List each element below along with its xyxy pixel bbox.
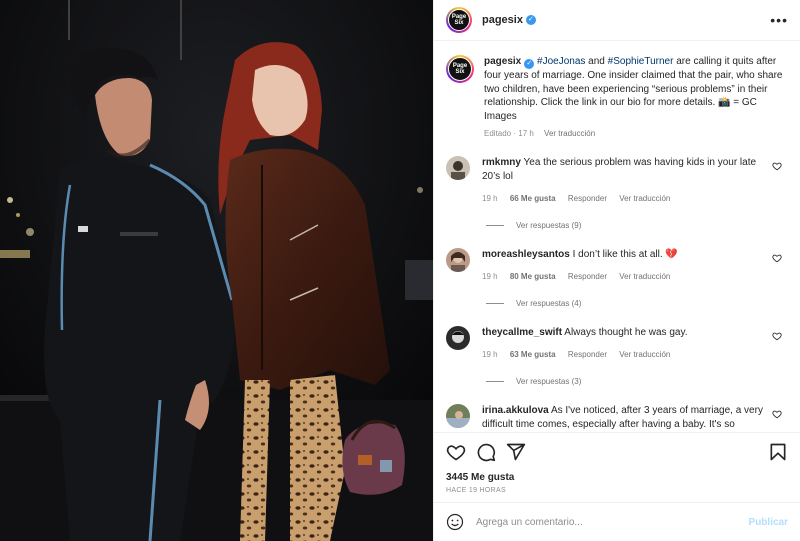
see-translation-button[interactable]: Ver traducción bbox=[619, 194, 670, 203]
comment-item: moreashleysantos I don’t like this at al… bbox=[446, 248, 788, 308]
verified-badge-icon: ✓ bbox=[524, 59, 535, 70]
replies-divider bbox=[486, 303, 504, 305]
avatar-image bbox=[446, 404, 470, 429]
comment-meta: 19 h 80 Me gusta Responder Ver traducció… bbox=[482, 272, 766, 281]
hashtag-link[interactable]: #SophieTurner bbox=[608, 56, 674, 67]
like-comment-heart-icon[interactable] bbox=[772, 409, 782, 419]
see-translation-button[interactable]: Ver traducción bbox=[619, 350, 670, 359]
comment-icon[interactable] bbox=[476, 442, 496, 462]
avatar-image bbox=[446, 248, 470, 273]
comment-meta: 19 h 63 Me gusta Responder Ver traducció… bbox=[482, 350, 766, 359]
like-comment-heart-icon[interactable] bbox=[772, 253, 782, 263]
like-comment-heart-icon[interactable] bbox=[772, 161, 782, 171]
comment-text: theycallme_swift Always thought he was g… bbox=[482, 326, 766, 340]
see-translation-button[interactable]: Ver traducción bbox=[619, 272, 670, 281]
avatar-image bbox=[446, 326, 470, 351]
commenter-avatar[interactable] bbox=[446, 404, 470, 429]
see-translation-button[interactable]: Ver traducción bbox=[544, 129, 595, 138]
comment-item: theycallme_swift Always thought he was g… bbox=[446, 326, 788, 386]
likes-count[interactable]: 3445 Me gusta bbox=[446, 472, 788, 483]
post-timestamp: HACE 19 HORAS bbox=[446, 486, 506, 494]
view-replies-button[interactable]: Ver respuestas (3) bbox=[446, 377, 766, 386]
post-photo[interactable] bbox=[0, 0, 433, 541]
avatar-image bbox=[446, 156, 470, 181]
comment-likes[interactable]: 80 Me gusta bbox=[510, 272, 556, 281]
more-options-icon[interactable]: ••• bbox=[770, 12, 788, 28]
comment-item: rmkmny Yea the serious problem was havin… bbox=[446, 156, 788, 230]
comment-item: irina.akkulova As I've noticed, after 3 … bbox=[446, 404, 788, 432]
commenter-avatar[interactable] bbox=[446, 248, 470, 273]
replies-divider bbox=[486, 381, 504, 383]
emoji-icon[interactable] bbox=[446, 513, 464, 531]
avatar-logo-text: Page Six bbox=[448, 57, 472, 82]
comment-text: rmkmny Yea the serious problem was havin… bbox=[482, 156, 766, 184]
comments-feed[interactable]: Page Six pagesix ✓ #JoeJonas and #SophieT… bbox=[434, 41, 800, 432]
post-actions-bar bbox=[434, 432, 800, 471]
comment-username[interactable]: irina.akkulova bbox=[482, 405, 549, 416]
caption-username[interactable]: pagesix bbox=[484, 56, 521, 67]
reply-button[interactable]: Responder bbox=[568, 350, 607, 359]
verified-badge-icon: ✓ bbox=[525, 15, 536, 26]
photo-illustration bbox=[0, 0, 433, 541]
caption-author-avatar[interactable]: Page Six bbox=[446, 55, 474, 84]
post-header: Page Six pagesix ✓ ••• bbox=[434, 0, 800, 42]
comment-time: 19 h bbox=[482, 194, 498, 204]
comment-meta: 19 h 66 Me gusta Responder Ver traducció… bbox=[482, 194, 766, 203]
publish-button[interactable]: Publicar bbox=[749, 517, 788, 528]
likes-section: 3445 Me gusta HACE 19 HORAS bbox=[434, 471, 800, 503]
comment-text: irina.akkulova As I've noticed, after 3 … bbox=[482, 404, 766, 432]
share-icon[interactable] bbox=[506, 442, 526, 462]
comment-username[interactable]: rmkmny bbox=[482, 157, 521, 168]
caption-meta: Editado · 17 h Ver traducción bbox=[484, 129, 784, 138]
hashtag-link[interactable]: #JoeJonas bbox=[537, 56, 585, 67]
reply-button[interactable]: Responder bbox=[568, 272, 607, 281]
instagram-post: Page Six pagesix ✓ ••• Page Six pagesix ✓… bbox=[0, 0, 800, 541]
comment-body: Yea the serious problem was having kids … bbox=[482, 157, 757, 183]
view-replies-button[interactable]: Ver respuestas (4) bbox=[446, 299, 766, 308]
comment-body: I don’t like this at all. 💔 bbox=[572, 249, 678, 261]
post-side-panel: Page Six pagesix ✓ ••• Page Six pagesix ✓… bbox=[433, 0, 800, 541]
author-avatar[interactable]: Page Six bbox=[446, 7, 472, 34]
avatar-logo-text: Page Six bbox=[448, 9, 470, 32]
comment-time: 19 h bbox=[482, 350, 498, 360]
comment-text: moreashleysantos I don’t like this at al… bbox=[482, 248, 766, 262]
comment-composer: Publicar bbox=[434, 502, 800, 541]
caption-text: pagesix ✓ #JoeJonas and #SophieTurner are… bbox=[484, 55, 784, 123]
author-username[interactable]: pagesix bbox=[482, 14, 523, 26]
comment-input[interactable] bbox=[476, 516, 749, 528]
comment-time: 19 h bbox=[482, 272, 498, 282]
reply-button[interactable]: Responder bbox=[568, 194, 607, 203]
like-comment-heart-icon[interactable] bbox=[772, 331, 782, 341]
bookmark-icon[interactable] bbox=[768, 442, 788, 462]
comment-likes[interactable]: 63 Me gusta bbox=[510, 350, 556, 359]
caption-connector: and bbox=[585, 56, 608, 68]
heart-icon[interactable] bbox=[446, 442, 466, 462]
view-replies-button[interactable]: Ver respuestas (9) bbox=[446, 221, 766, 230]
view-replies-label: Ver respuestas (4) bbox=[516, 299, 582, 309]
replies-divider bbox=[486, 225, 504, 227]
comment-username[interactable]: moreashleysantos bbox=[482, 249, 570, 260]
comment-username[interactable]: theycallme_swift bbox=[482, 327, 562, 338]
view-replies-label: Ver respuestas (3) bbox=[516, 377, 582, 387]
caption-edited-time: Editado · 17 h bbox=[484, 129, 534, 139]
commenter-avatar[interactable] bbox=[446, 156, 470, 181]
view-replies-label: Ver respuestas (9) bbox=[516, 221, 582, 231]
comment-likes[interactable]: 66 Me gusta bbox=[510, 194, 556, 203]
commenter-avatar[interactable] bbox=[446, 326, 470, 351]
post-caption: Page Six pagesix ✓ #JoeJonas and #SophieT… bbox=[446, 55, 788, 138]
comment-body: Always thought he was gay. bbox=[564, 327, 688, 339]
